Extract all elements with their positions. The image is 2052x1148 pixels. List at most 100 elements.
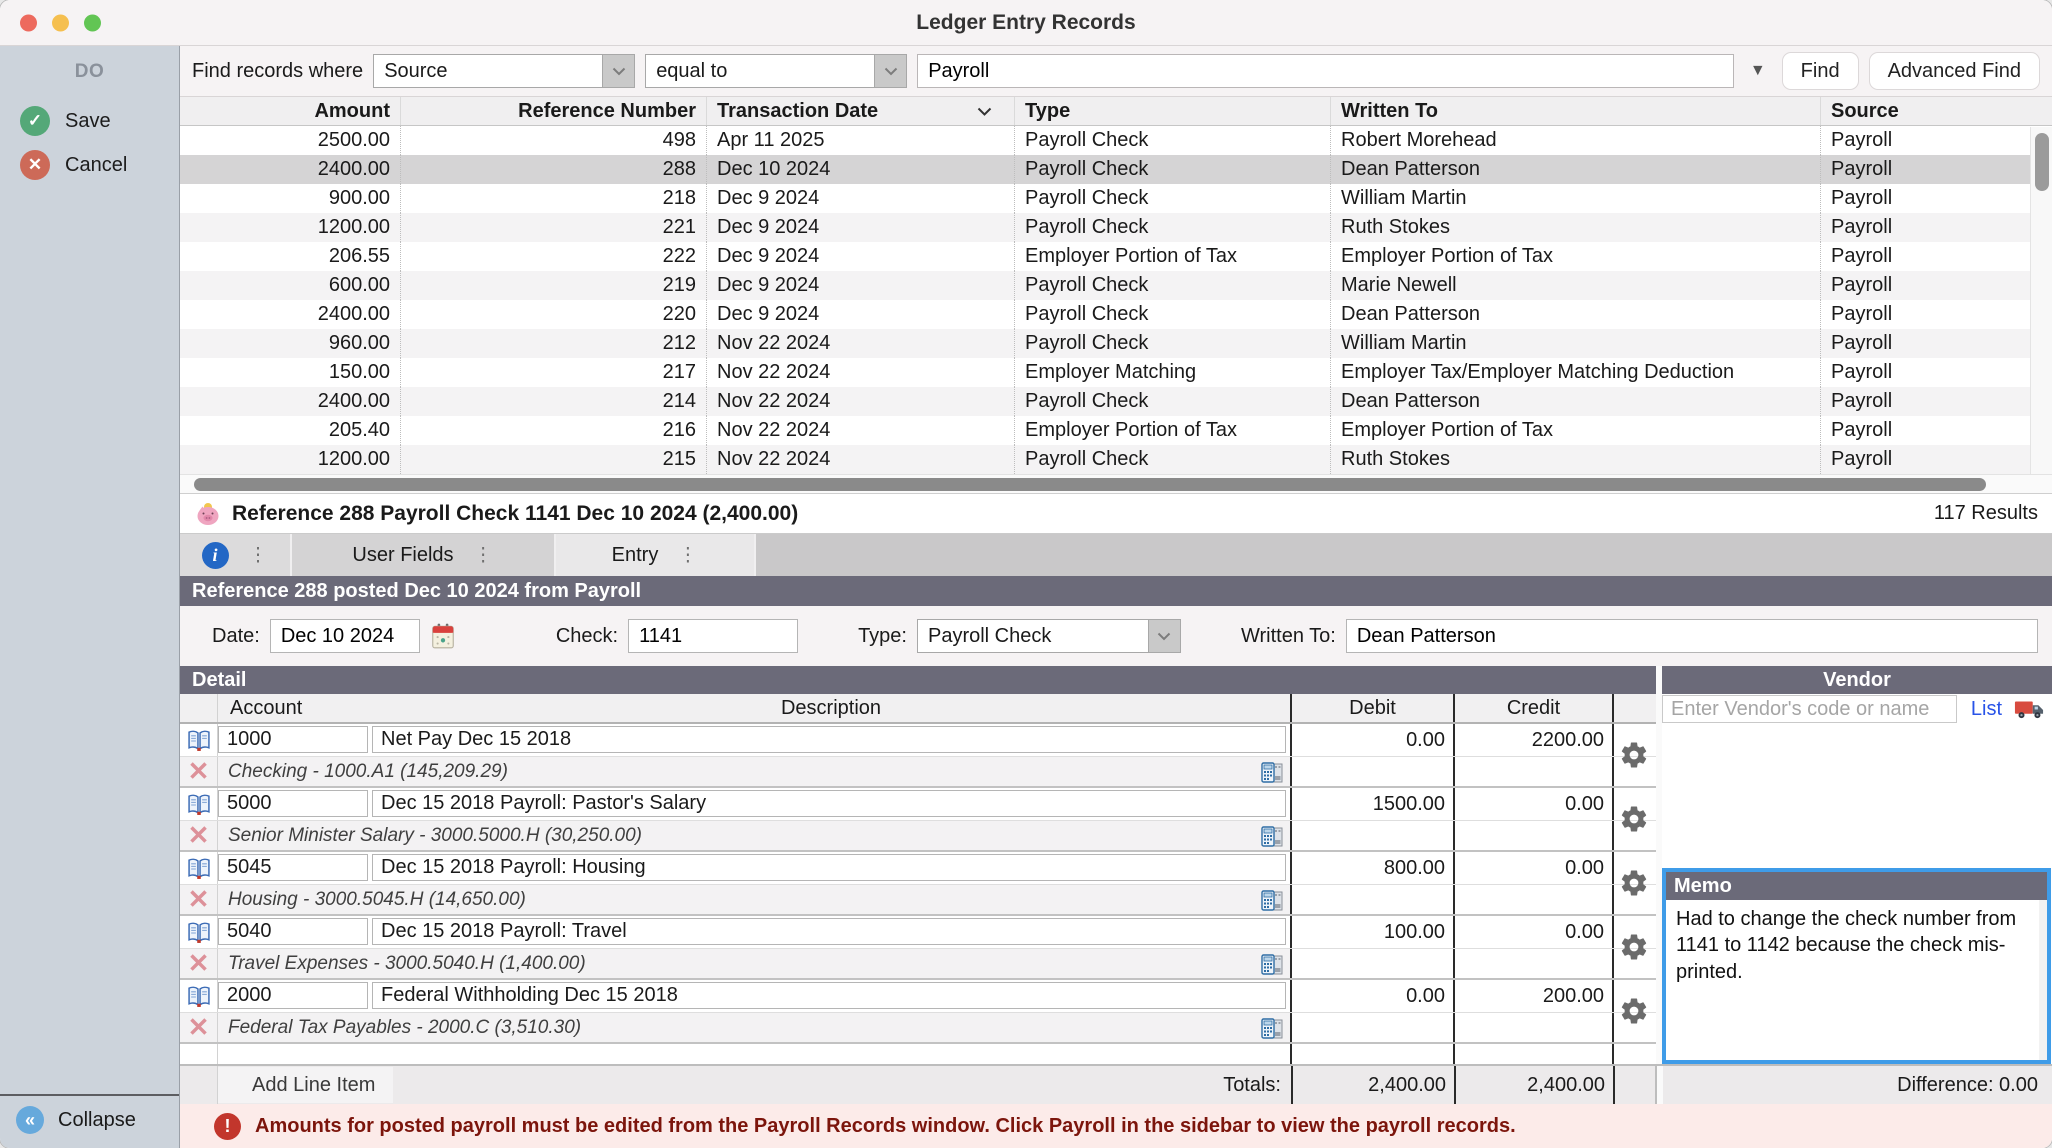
horizontal-scrollbar-thumb[interactable] — [194, 478, 1986, 491]
column-header-type[interactable]: Type — [1014, 97, 1330, 125]
advanced-find-button[interactable]: Advanced Find — [1869, 52, 2040, 90]
vendor-list-link[interactable]: List — [1971, 698, 2002, 721]
find-operator-select[interactable]: equal to — [645, 54, 907, 88]
calculator-icon[interactable] — [1260, 824, 1284, 848]
calculator-icon[interactable] — [1260, 1016, 1284, 1040]
vendor-input[interactable] — [1662, 695, 1957, 723]
calculator-icon[interactable] — [1260, 760, 1284, 784]
tab-drag-handle-icon[interactable]: ⋮ — [678, 544, 698, 567]
zoom-window-icon[interactable] — [84, 14, 101, 31]
column-header-reference-number[interactable]: Reference Number — [400, 97, 706, 125]
credit-cell[interactable]: 0.00 — [1453, 852, 1612, 884]
written-to-field[interactable] — [1346, 619, 2038, 653]
detail-header: Detail — [180, 666, 1656, 694]
save-label: Save — [65, 110, 111, 133]
column-header-amount[interactable]: Amount — [180, 97, 400, 125]
credit-cell[interactable]: 2200.00 — [1453, 724, 1612, 756]
debit-cell[interactable]: 0.00 — [1290, 980, 1453, 1012]
tab-drag-handle-icon[interactable]: ⋮ — [249, 544, 269, 567]
line-item: 1000 Net Pay Dec 15 2018 0.00 2200.00 ✕ … — [180, 724, 1656, 788]
line-settings-gear-icon[interactable] — [1619, 932, 1649, 962]
ledger-book-icon[interactable] — [180, 788, 218, 820]
calculator-icon[interactable] — [1260, 952, 1284, 976]
tab-info[interactable]: i ⋮ — [180, 534, 292, 576]
calendar-icon[interactable] — [430, 622, 456, 650]
truck-icon[interactable] — [2014, 698, 2044, 720]
table-row[interactable]: 2500.00498Apr 11 2025Payroll CheckRobert… — [180, 126, 2052, 155]
vertical-scrollbar[interactable] — [2030, 127, 2052, 474]
line-settings-gear-icon[interactable] — [1619, 804, 1649, 834]
detail-table: Detail Account Description Debit Credit — [180, 666, 1656, 1064]
ledger-book-icon[interactable] — [180, 724, 218, 756]
debit-cell[interactable]: 1500.00 — [1290, 788, 1453, 820]
find-field-select[interactable]: Source — [373, 54, 635, 88]
table-row[interactable]: 1200.00215Nov 22 2024Payroll CheckRuth S… — [180, 445, 2052, 474]
save-button[interactable]: ✓ Save — [0, 99, 179, 143]
tab-entry[interactable]: Entry ⋮ — [556, 534, 756, 576]
table-row[interactable]: 900.00218Dec 9 2024Payroll CheckWilliam … — [180, 184, 2052, 213]
table-row[interactable]: 1200.00221Dec 9 2024Payroll CheckRuth St… — [180, 213, 2052, 242]
cancel-x-icon: ✕ — [20, 150, 50, 180]
find-value-input[interactable] — [917, 54, 1734, 88]
account-input[interactable]: 5000 — [218, 790, 368, 817]
memo-text-area[interactable]: Had to change the check number from 1141… — [1666, 900, 2047, 1060]
column-header-source[interactable]: Source — [1820, 97, 2052, 125]
table-row[interactable]: 206.55222Dec 9 2024Employer Portion of T… — [180, 242, 2052, 271]
vertical-scrollbar-thumb[interactable] — [2035, 133, 2049, 191]
line-settings-gear-icon[interactable] — [1619, 868, 1649, 898]
delete-line-icon[interactable]: ✕ — [180, 757, 218, 786]
description-input[interactable]: Net Pay Dec 15 2018 — [372, 726, 1286, 753]
credit-cell[interactable]: 200.00 — [1453, 980, 1612, 1012]
ledger-book-icon[interactable] — [180, 916, 218, 948]
tab-user-fields-label: User Fields — [352, 544, 453, 567]
line-settings-gear-icon[interactable] — [1619, 996, 1649, 1026]
account-input[interactable]: 5045 — [218, 854, 368, 881]
close-window-icon[interactable] — [20, 14, 37, 31]
debit-cell[interactable]: 0.00 — [1290, 724, 1453, 756]
ledger-book-icon[interactable] — [180, 852, 218, 884]
minimize-window-icon[interactable] — [52, 14, 69, 31]
cancel-button[interactable]: ✕ Cancel — [0, 143, 179, 187]
find-history-dropdown-icon[interactable]: ▼ — [1744, 62, 1772, 80]
account-input[interactable]: 1000 — [218, 726, 368, 753]
delete-line-icon[interactable]: ✕ — [180, 949, 218, 978]
find-button[interactable]: Find — [1782, 52, 1859, 90]
check-number-field[interactable] — [628, 619, 798, 653]
description-input[interactable]: Dec 15 2018 Payroll: Housing — [372, 854, 1286, 881]
titlebar: Ledger Entry Records — [0, 0, 2052, 46]
type-select[interactable]: Payroll Check — [917, 619, 1181, 653]
credit-cell[interactable]: 0.00 — [1453, 916, 1612, 948]
column-header-transaction-date[interactable]: Transaction Date — [706, 97, 1014, 125]
calculator-icon[interactable] — [1260, 888, 1284, 912]
add-line-item-button[interactable]: Add Line Item — [218, 1067, 393, 1103]
line-settings-gear-icon[interactable] — [1619, 740, 1649, 770]
tab-drag-handle-icon[interactable]: ⋮ — [474, 544, 494, 567]
table-row[interactable]: 150.00217Nov 22 2024Employer MatchingEmp… — [180, 358, 2052, 387]
type-label: Type: — [858, 625, 907, 648]
tab-user-fields[interactable]: User Fields ⋮ — [292, 534, 556, 576]
table-row[interactable]: 960.00212Nov 22 2024Payroll CheckWilliam… — [180, 329, 2052, 358]
debit-cell[interactable]: 100.00 — [1290, 916, 1453, 948]
debit-cell[interactable]: 800.00 — [1290, 852, 1453, 884]
table-row[interactable]: 600.00219Dec 9 2024Payroll CheckMarie Ne… — [180, 271, 2052, 300]
table-row-selected[interactable]: 2400.00288Dec 10 2024Payroll CheckDean P… — [180, 155, 2052, 184]
credit-cell[interactable]: 0.00 — [1453, 788, 1612, 820]
account-input[interactable]: 2000 — [218, 982, 368, 1009]
collapse-button[interactable]: « Collapse — [0, 1094, 179, 1148]
description-input[interactable]: Dec 15 2018 Payroll: Travel — [372, 918, 1286, 945]
account-input[interactable]: 5040 — [218, 918, 368, 945]
date-field[interactable] — [270, 619, 420, 653]
ledger-book-icon[interactable] — [180, 980, 218, 1012]
table-row[interactable]: 2400.00220Dec 9 2024Payroll CheckDean Pa… — [180, 300, 2052, 329]
delete-line-icon[interactable]: ✕ — [180, 885, 218, 914]
delete-line-icon[interactable]: ✕ — [180, 1013, 218, 1042]
description-input[interactable]: Dec 15 2018 Payroll: Pastor's Salary — [372, 790, 1286, 817]
table-row[interactable]: 205.40216Nov 22 2024Employer Portion of … — [180, 416, 2052, 445]
description-input[interactable]: Federal Withholding Dec 15 2018 — [372, 982, 1286, 1009]
column-header-written-to[interactable]: Written To — [1330, 97, 1820, 125]
horizontal-scrollbar[interactable] — [180, 474, 2052, 494]
check-label: Check: — [556, 625, 618, 648]
table-row[interactable]: 2400.00214Nov 22 2024Payroll CheckDean P… — [180, 387, 2052, 416]
line-item: 5040 Dec 15 2018 Payroll: Travel 100.00 … — [180, 916, 1656, 980]
delete-line-icon[interactable]: ✕ — [180, 821, 218, 850]
